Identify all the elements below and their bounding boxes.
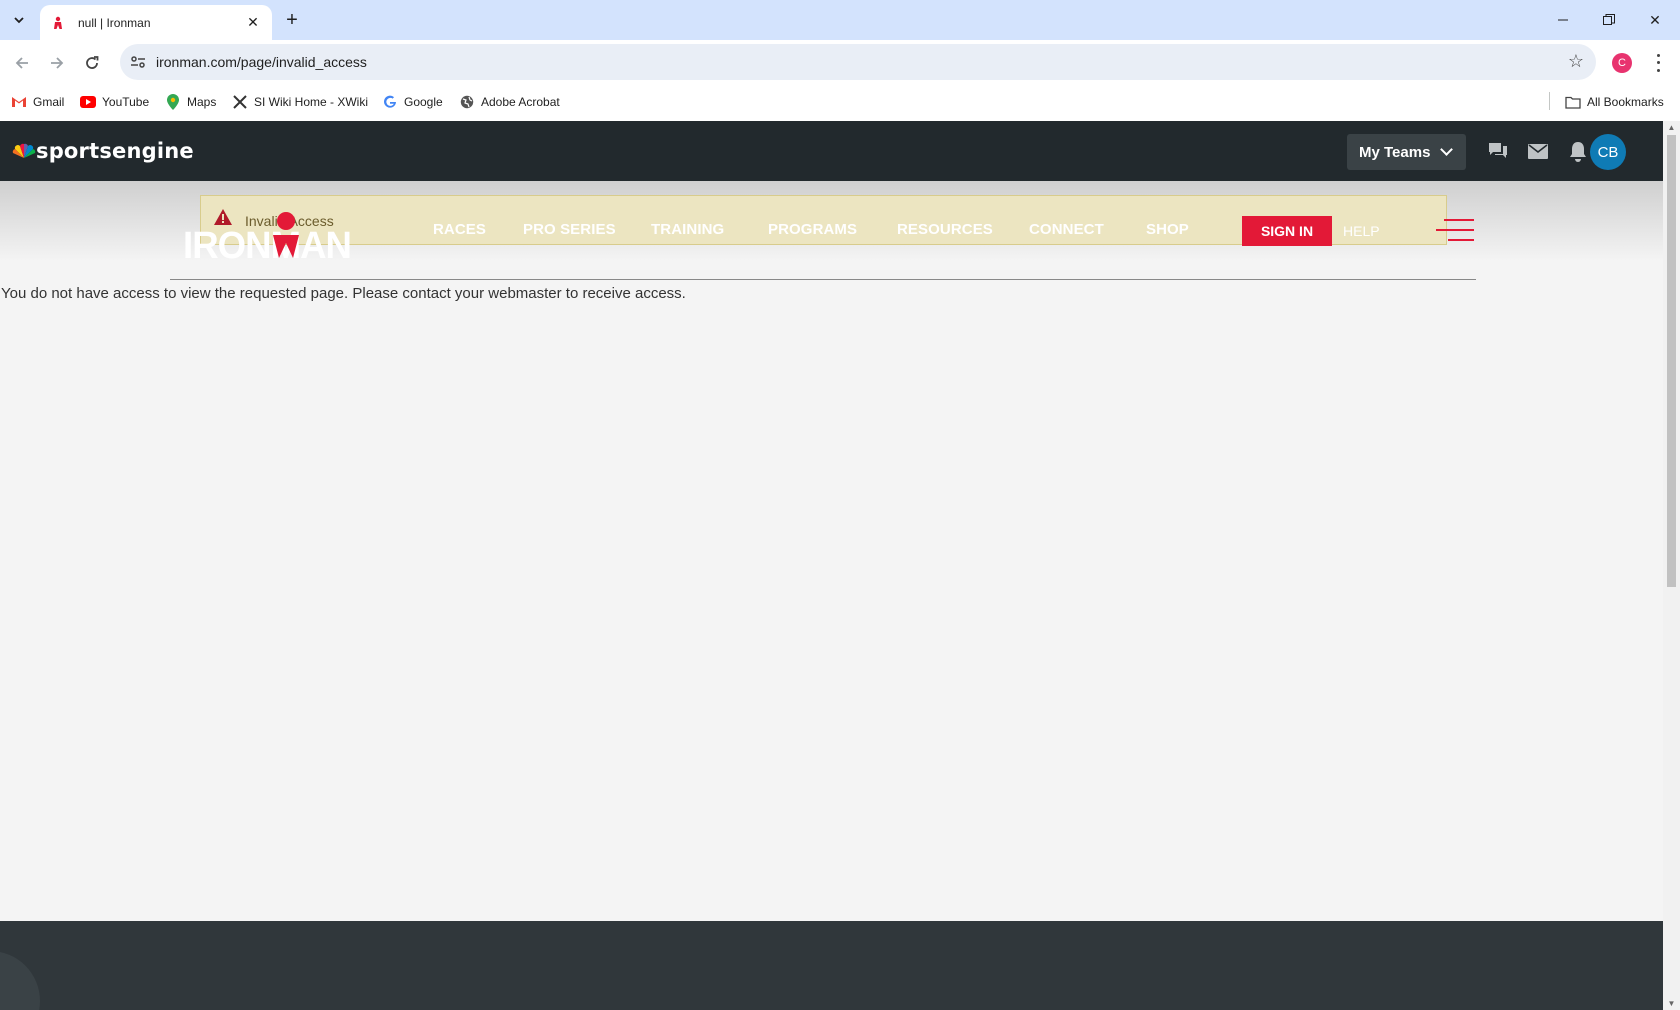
my-teams-dropdown[interactable]: My Teams (1347, 134, 1466, 170)
bookmark-youtube[interactable]: YouTube (80, 94, 149, 110)
bookmark-label: Gmail (33, 95, 65, 109)
mail-icon[interactable] (1526, 140, 1550, 162)
bookmark-label: Maps (187, 95, 217, 109)
nav-shop[interactable]: SHOP (1146, 221, 1189, 238)
nav-races[interactable]: RACES (433, 221, 486, 238)
scroll-down-arrow-icon[interactable]: ▼ (1667, 999, 1676, 1008)
nav-training[interactable]: TRAINING (651, 221, 724, 238)
page-viewport: sportsengine My Teams CB Invalid Access … (0, 121, 1663, 1010)
footer-decoration (0, 951, 40, 1010)
browser-toolbar: ironman.com/page/invalid_access ☆ C (0, 40, 1680, 86)
all-bookmarks-label: All Bookmarks (1587, 95, 1664, 109)
url-text[interactable]: ironman.com/page/invalid_access (156, 54, 367, 70)
gmail-icon (11, 94, 27, 110)
sportsengine-header: sportsengine My Teams CB (0, 121, 1663, 181)
nav-pro-series[interactable]: PRO SERIES (523, 221, 616, 238)
help-link[interactable]: HELP (1343, 223, 1380, 239)
tab-close-icon[interactable]: ✕ (244, 14, 262, 32)
hamburger-menu-icon[interactable] (1436, 215, 1476, 245)
bookmark-gmail[interactable]: Gmail (11, 94, 64, 110)
content-divider (170, 279, 1476, 280)
bookmark-label: SI Wiki Home - XWiki (254, 95, 368, 109)
reload-icon[interactable] (78, 49, 106, 77)
site-settings-icon[interactable] (128, 52, 148, 72)
page-footer (0, 921, 1663, 1010)
bookmark-maps[interactable]: Maps (165, 94, 216, 110)
google-icon (382, 94, 398, 110)
globe-icon (459, 94, 475, 110)
page-scrollbar[interactable]: ▲ ▼ (1663, 121, 1680, 1010)
nbc-peacock-icon (12, 143, 36, 158)
ironman-logo[interactable]: IRONMAN (181, 205, 353, 267)
minimize-icon[interactable] (1540, 0, 1586, 40)
new-tab-plus-icon[interactable]: + (280, 8, 304, 32)
user-avatar[interactable]: CB (1590, 134, 1626, 170)
ironman-logo-text: IRONMAN (183, 225, 351, 265)
profile-avatar[interactable]: C (1612, 53, 1632, 73)
youtube-icon (80, 94, 96, 110)
bookmark-label: YouTube (102, 95, 150, 109)
all-bookmarks[interactable]: All Bookmarks (1565, 94, 1664, 110)
maps-icon (165, 94, 181, 110)
browser-tab[interactable]: null | Ironman ✕ (40, 5, 272, 40)
bookmark-separator (1549, 92, 1550, 110)
bookmarks-bar: Gmail YouTube Maps SI Wiki Home - XWiki … (0, 86, 1680, 120)
sportsengine-logo[interactable]: sportsengine (12, 139, 194, 163)
bell-icon[interactable] (1566, 140, 1590, 162)
bookmark-google[interactable]: Google (382, 94, 443, 110)
chevron-down-icon (1440, 143, 1454, 156)
close-window-icon[interactable]: ✕ (1632, 0, 1678, 40)
xwiki-icon (232, 94, 248, 110)
nav-resources[interactable]: RESOURCES (897, 221, 993, 238)
sign-in-button[interactable]: SIGN IN (1242, 216, 1332, 246)
nav-programs[interactable]: PROGRAMS (768, 221, 857, 238)
my-teams-label: My Teams (1359, 143, 1431, 161)
folder-icon (1565, 94, 1581, 110)
ironman-favicon-icon (50, 15, 66, 31)
tab-search-chevron-icon[interactable] (6, 7, 32, 33)
scroll-up-arrow-icon[interactable]: ▲ (1667, 123, 1676, 132)
back-arrow-icon[interactable] (8, 49, 36, 77)
browser-tab-bar: null | Ironman ✕ + ✕ (0, 0, 1680, 40)
browser-menu-icon[interactable] (1650, 52, 1666, 74)
bookmark-star-icon[interactable]: ☆ (1568, 51, 1584, 72)
bookmark-xwiki[interactable]: SI Wiki Home - XWiki (232, 94, 368, 110)
chat-icon[interactable] (1486, 140, 1510, 162)
bookmark-adobe-acrobat[interactable]: Adobe Acrobat (459, 94, 560, 110)
tab-title: null | Ironman (78, 15, 151, 30)
address-bar[interactable]: ironman.com/page/invalid_access ☆ (120, 44, 1596, 80)
bookmark-label: Adobe Acrobat (481, 95, 560, 109)
restore-icon[interactable] (1586, 0, 1632, 40)
nav-connect[interactable]: CONNECT (1029, 221, 1104, 238)
bookmark-label: Google (404, 95, 443, 109)
scrollbar-thumb[interactable] (1667, 135, 1676, 587)
access-denied-message: You do not have access to view the reque… (1, 285, 686, 302)
sportsengine-logo-text: sportsengine (36, 139, 194, 163)
forward-arrow-icon[interactable] (43, 49, 71, 77)
